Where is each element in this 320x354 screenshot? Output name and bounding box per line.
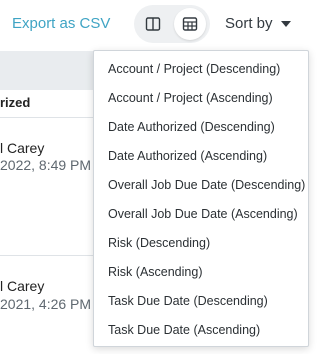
sort-dropdown-menu: Account / Project (Descending) Account /… — [93, 50, 309, 347]
table-view-button[interactable] — [174, 8, 206, 40]
sort-option-account-project-desc[interactable]: Account / Project (Descending) — [94, 55, 308, 84]
sort-option-date-authorized-desc[interactable]: Date Authorized (Descending) — [94, 113, 308, 142]
sort-option-risk-desc[interactable]: Risk (Descending) — [94, 229, 308, 258]
sort-option-task-due-desc[interactable]: Task Due Date (Descending) — [94, 287, 308, 316]
sort-option-overall-job-due-desc[interactable]: Overall Job Due Date (Descending) — [94, 171, 308, 200]
sort-by-button[interactable]: Sort by — [225, 15, 273, 32]
sort-option-overall-job-due-asc[interactable]: Overall Job Due Date (Ascending) — [94, 200, 308, 229]
caret-down-icon[interactable] — [281, 21, 291, 27]
card-view-button[interactable] — [137, 8, 169, 40]
authorized-date-cell: 2022, 8:49 PM — [0, 157, 92, 173]
sort-option-date-authorized-asc[interactable]: Date Authorized (Ascending) — [94, 142, 308, 171]
authorized-by-cell: l Carey — [0, 140, 45, 156]
export-csv-link[interactable]: Export as CSV — [12, 15, 110, 32]
sort-option-account-project-asc[interactable]: Account / Project (Ascending) — [94, 84, 308, 113]
authorized-by-cell: l Carey — [0, 278, 45, 294]
authorized-date-cell: 2021, 4:26 PM — [0, 296, 92, 312]
table-grid-icon — [182, 17, 198, 31]
toolbar: Export as CSV Sort by — [0, 0, 309, 50]
view-toggle — [134, 5, 210, 43]
sort-option-risk-asc[interactable]: Risk (Ascending) — [94, 258, 308, 287]
columns-icon — [145, 17, 161, 31]
column-header-date-authorized: rized — [0, 95, 31, 110]
sort-option-task-due-asc[interactable]: Task Due Date (Ascending) — [94, 316, 308, 345]
